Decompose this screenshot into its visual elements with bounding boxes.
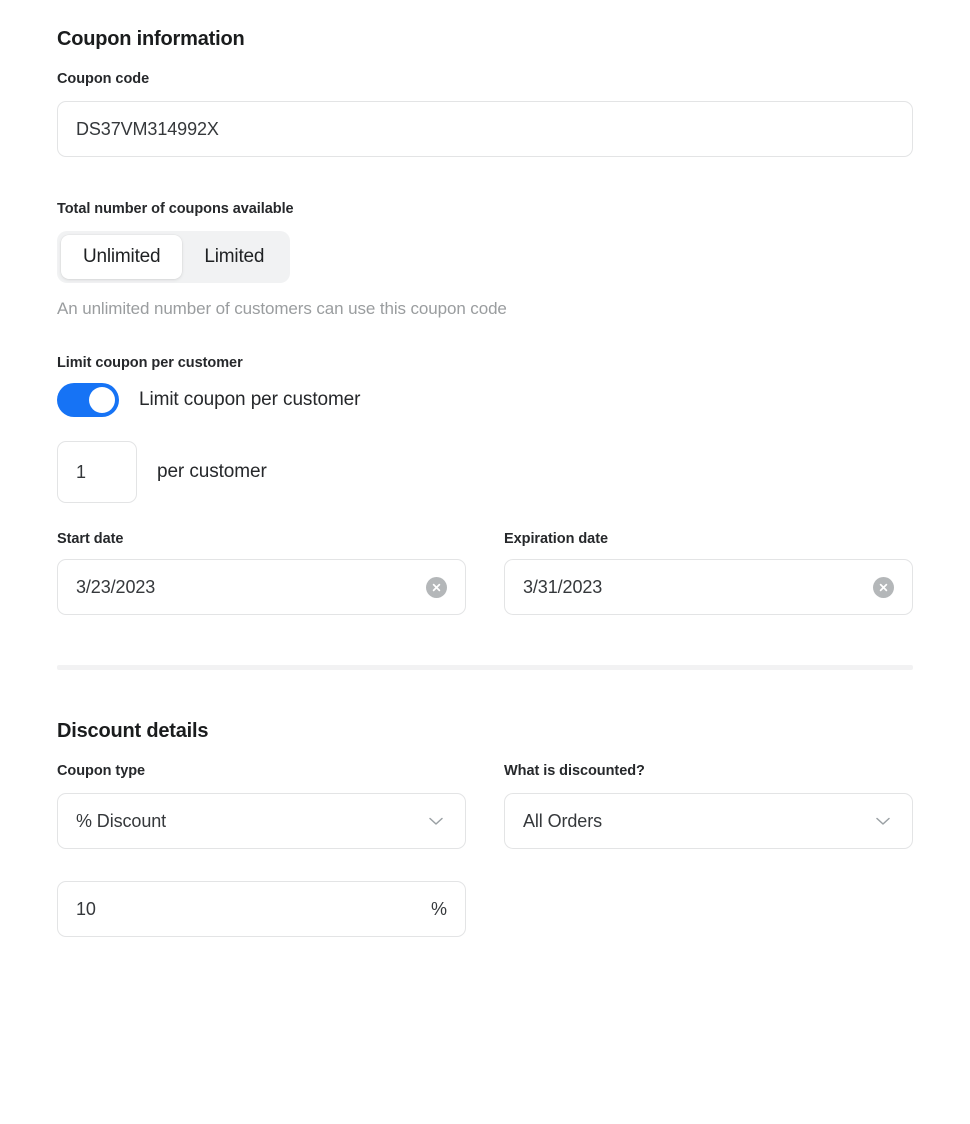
discount-details-title: Discount details bbox=[57, 720, 913, 743]
what-is-discounted-value: All Orders bbox=[523, 811, 872, 832]
total-coupons-label: Total number of coupons available bbox=[57, 201, 913, 217]
what-is-discounted-label: What is discounted? bbox=[504, 763, 913, 779]
total-coupons-helper-text: An unlimited number of customers can use… bbox=[57, 299, 913, 319]
what-is-discounted-field-group: What is discounted? All Orders bbox=[504, 763, 913, 849]
coupon-type-label: Coupon type bbox=[57, 763, 466, 779]
coupon-type-value: % Discount bbox=[76, 811, 425, 832]
limit-per-customer-toggle-row: Limit coupon per customer bbox=[57, 383, 913, 417]
coupon-code-field-group: Coupon code DS37VM314992X bbox=[57, 71, 913, 157]
clear-circle-icon[interactable] bbox=[426, 577, 447, 598]
clear-circle-icon[interactable] bbox=[873, 577, 894, 598]
expiration-date-value: 3/31/2023 bbox=[523, 577, 873, 598]
discount-amount-suffix: % bbox=[431, 899, 447, 920]
per-customer-quantity-row: 1 per customer bbox=[57, 441, 913, 503]
start-date-label: Start date bbox=[57, 531, 466, 547]
section-divider bbox=[57, 665, 913, 670]
limit-per-customer-label: Limit coupon per customer bbox=[57, 355, 913, 371]
what-is-discounted-select[interactable]: All Orders bbox=[504, 793, 913, 849]
expiration-date-label: Expiration date bbox=[504, 531, 913, 547]
page-title: Coupon information bbox=[57, 28, 913, 51]
coupon-type-select[interactable]: % Discount bbox=[57, 793, 466, 849]
coupon-code-input[interactable]: DS37VM314992X bbox=[57, 101, 913, 157]
coupon-code-label: Coupon code bbox=[57, 71, 913, 87]
coupon-form-page: Coupon information Coupon code DS37VM314… bbox=[0, 0, 970, 1124]
per-customer-quantity-input[interactable]: 1 bbox=[57, 441, 137, 503]
coupon-code-value: DS37VM314992X bbox=[76, 119, 894, 140]
chevron-down-icon[interactable] bbox=[872, 810, 894, 832]
discount-selects-row: Coupon type % Discount What is discounte… bbox=[57, 763, 913, 849]
segment-option-limited[interactable]: Limited bbox=[182, 235, 286, 279]
divider-bar bbox=[57, 665, 913, 670]
segment-option-unlimited[interactable]: Unlimited bbox=[61, 235, 182, 279]
discount-amount-row: 10 % bbox=[57, 881, 913, 937]
total-coupons-segmented-control[interactable]: Unlimited Limited bbox=[57, 231, 290, 283]
limit-per-customer-field-group: Limit coupon per customer Limit coupon p… bbox=[57, 355, 913, 503]
discount-amount-input[interactable]: 10 % bbox=[57, 881, 466, 937]
per-customer-quantity-value: 1 bbox=[76, 462, 86, 483]
coupon-type-field-group: Coupon type % Discount bbox=[57, 763, 466, 849]
total-coupons-field-group: Total number of coupons available Unlimi… bbox=[57, 201, 913, 319]
chevron-down-icon[interactable] bbox=[425, 810, 447, 832]
start-date-input[interactable]: 3/23/2023 bbox=[57, 559, 466, 615]
expiration-date-input[interactable]: 3/31/2023 bbox=[504, 559, 913, 615]
start-date-value: 3/23/2023 bbox=[76, 577, 426, 598]
date-range-row: Start date 3/23/2023 Expiration date 3/3… bbox=[57, 531, 913, 615]
limit-per-customer-toggle[interactable] bbox=[57, 383, 119, 417]
expiration-date-field-group: Expiration date 3/31/2023 bbox=[504, 531, 913, 615]
limit-per-customer-toggle-label: Limit coupon per customer bbox=[139, 389, 360, 411]
discount-amount-spacer bbox=[504, 881, 913, 937]
per-customer-quantity-suffix: per customer bbox=[157, 461, 267, 483]
discount-amount-value: 10 bbox=[76, 899, 431, 920]
discount-details-section: Discount details Coupon type % Discount … bbox=[57, 720, 913, 937]
coupon-information-section: Coupon information Coupon code DS37VM314… bbox=[57, 0, 913, 615]
toggle-knob-icon bbox=[89, 387, 115, 413]
start-date-field-group: Start date 3/23/2023 bbox=[57, 531, 466, 615]
